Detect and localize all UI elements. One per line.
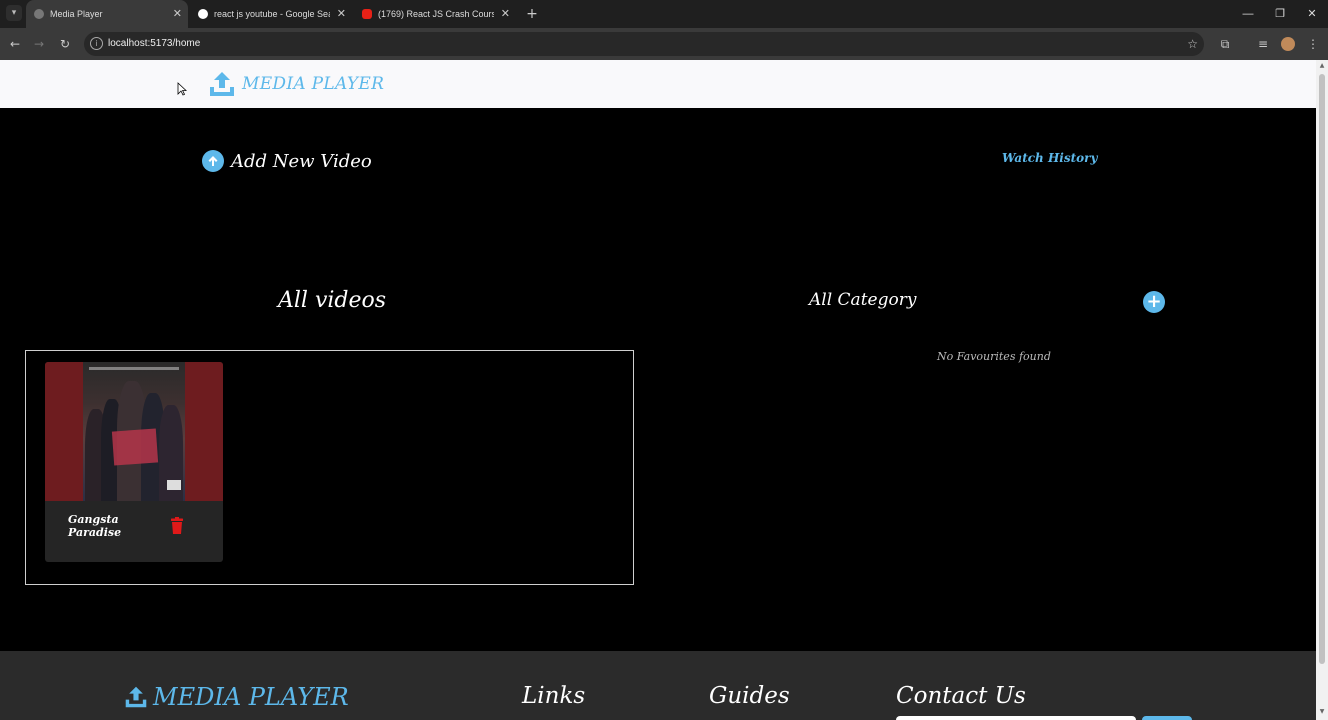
tab-google-search[interactable]: react js youtube - Google Search ✕ xyxy=(190,0,352,28)
upload-icon xyxy=(210,72,234,96)
bookmark-star-icon[interactable]: ☆ xyxy=(1187,32,1198,56)
mouse-cursor-icon xyxy=(177,82,187,96)
arrow-up-circle-icon xyxy=(202,150,224,172)
minimize-button[interactable]: — xyxy=(1233,0,1263,28)
video-title: Gangsta Paradise xyxy=(68,513,122,539)
globe-icon xyxy=(34,9,44,19)
extensions-icon[interactable]: ⧉ xyxy=(1216,35,1234,53)
restore-button[interactable]: ❐ xyxy=(1265,0,1295,28)
video-thumbnail[interactable] xyxy=(45,362,223,501)
tab-search-button[interactable]: ▾ xyxy=(6,5,22,21)
google-icon xyxy=(198,9,208,19)
site-info-icon[interactable]: i xyxy=(90,37,103,50)
footer-links-heading: Links xyxy=(522,683,586,709)
close-tab-icon[interactable]: ✕ xyxy=(501,0,510,28)
page-footer: MEDIA PLAYER Links Guides Contact Us xyxy=(0,651,1316,720)
footer-contact-heading: Contact Us xyxy=(896,683,1026,709)
address-bar[interactable]: i localhost:5173/home ☆ xyxy=(84,32,1204,56)
upload-icon xyxy=(125,686,147,708)
scroll-up-arrow-icon[interactable]: ▲ xyxy=(1318,62,1326,70)
close-window-button[interactable]: ✕ xyxy=(1297,0,1327,28)
album-cover-image xyxy=(83,362,185,501)
close-tab-icon[interactable]: ✕ xyxy=(337,0,346,28)
add-new-video-label: Add New Video xyxy=(231,150,372,172)
brand-name: MEDIA PLAYER xyxy=(242,74,385,94)
tab-youtube[interactable]: (1769) React JS Crash Course - YouTube ✕ xyxy=(354,0,516,28)
footer-brand[interactable]: MEDIA PLAYER xyxy=(124,683,349,711)
youtube-icon xyxy=(362,9,372,19)
media-controls-icon[interactable]: ≡ xyxy=(1254,35,1272,53)
forward-button[interactable]: → xyxy=(30,35,48,53)
scroll-down-arrow-icon[interactable]: ▼ xyxy=(1318,708,1326,716)
add-new-video-button[interactable]: Add New Video xyxy=(202,150,372,172)
brand-link[interactable]: MEDIA PLAYER xyxy=(208,68,384,100)
add-category-button[interactable]: + xyxy=(1143,291,1165,313)
footer-guides-heading: Guides xyxy=(709,683,790,709)
app-navbar: MEDIA PLAYER xyxy=(0,60,1316,108)
newsletter-submit-button[interactable] xyxy=(1142,716,1192,720)
reload-button[interactable]: ↻ xyxy=(56,35,74,53)
trash-icon[interactable] xyxy=(170,517,184,535)
video-card[interactable]: Gangsta Paradise xyxy=(45,362,223,562)
new-tab-button[interactable]: + xyxy=(525,0,539,28)
back-button[interactable]: ← xyxy=(6,35,24,53)
footer-brand-name: MEDIA PLAYER xyxy=(153,683,349,711)
all-videos-heading: All videos xyxy=(278,288,387,313)
browser-tab-bar: ▾ Media Player ✕ react js youtube - Goog… xyxy=(0,0,1328,28)
close-tab-icon[interactable]: ✕ xyxy=(173,0,182,28)
url-text[interactable]: localhost:5173/home xyxy=(108,32,200,56)
all-category-heading: All Category xyxy=(809,290,917,310)
newsletter-email-input[interactable] xyxy=(896,716,1136,720)
watch-history-link[interactable]: Watch History xyxy=(1002,151,1097,165)
page-scrollbar[interactable]: ▲ ▼ xyxy=(1316,60,1328,720)
profile-avatar[interactable] xyxy=(1281,37,1295,51)
empty-category-message: No Favourites found xyxy=(937,350,1051,363)
browser-toolbar: ← → ↻ i localhost:5173/home ☆ ⧉ ≡ ⋮ xyxy=(0,28,1328,60)
tab-media-player[interactable]: Media Player ✕ xyxy=(26,0,188,28)
scrollbar-thumb[interactable] xyxy=(1319,74,1325,664)
more-menu-icon[interactable]: ⋮ xyxy=(1304,35,1322,53)
